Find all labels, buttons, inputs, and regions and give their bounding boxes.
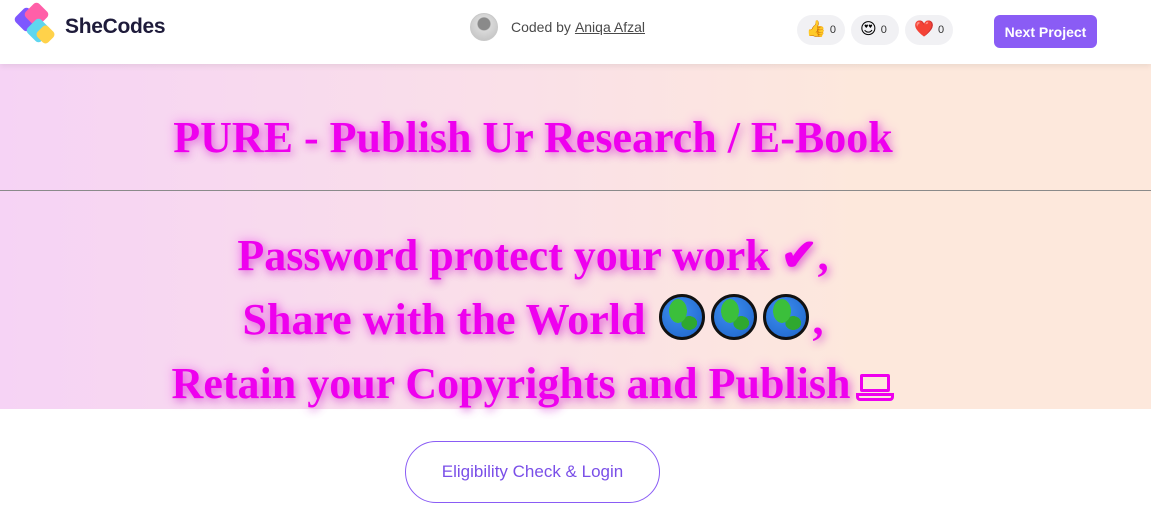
coded-by: Coded by Aniqa Afzal bbox=[470, 13, 645, 41]
top-bar: SheCodes Coded by Aniqa Afzal 👍 0 😍 0 ❤️… bbox=[0, 0, 1151, 64]
tagline-line-2-text: Share with the World bbox=[242, 295, 646, 344]
hero-tagline: Password protect your work ✔, Share with… bbox=[0, 224, 1066, 416]
globe-icon bbox=[763, 294, 810, 340]
globe-icon bbox=[659, 294, 706, 340]
tagline-line-1: Password protect your work ✔, bbox=[237, 231, 829, 280]
reaction-heart-eyes-button[interactable]: 😍 0 bbox=[851, 15, 900, 45]
heart-eyes-icon: 😍 bbox=[860, 21, 877, 38]
eligibility-login-button[interactable]: Eligibility Check & Login bbox=[405, 441, 660, 503]
reaction-count: 0 bbox=[829, 24, 837, 36]
author-avatar bbox=[470, 13, 498, 41]
thumbs-up-icon: 👍 bbox=[806, 21, 826, 38]
reactions: 👍 0 😍 0 ❤️ 0 bbox=[797, 15, 954, 45]
hero-banner: PURE - Publish Ur Research / E-Book Pass… bbox=[0, 64, 1151, 409]
tagline-line-2-comma: , bbox=[812, 295, 824, 344]
tagline-line-3: Retain your Copyrights and Publish bbox=[0, 352, 1066, 416]
shecodes-logo[interactable]: SheCodes bbox=[13, 1, 166, 49]
globe-icon bbox=[711, 294, 758, 340]
tagline-line-2: Share with the World , bbox=[0, 288, 1066, 352]
reaction-heart-button[interactable]: ❤️ 0 bbox=[905, 15, 954, 45]
brand-name: SheCodes bbox=[65, 15, 166, 38]
next-project-button[interactable]: Next Project bbox=[994, 15, 1097, 48]
page-title: PURE - Publish Ur Research / E-Book bbox=[173, 113, 893, 162]
shecodes-logo-icon bbox=[13, 1, 62, 49]
author-link[interactable]: Aniqa Afzal bbox=[575, 19, 645, 35]
reaction-thumbs-up-button[interactable]: 👍 0 bbox=[797, 15, 846, 45]
divider bbox=[0, 190, 1151, 191]
heart-icon: ❤️ bbox=[914, 21, 934, 38]
reaction-count: 0 bbox=[880, 24, 887, 36]
reaction-count: 0 bbox=[937, 24, 945, 36]
laptop-icon bbox=[856, 374, 895, 402]
coded-by-label: Coded by bbox=[511, 19, 571, 35]
tagline-line-3-text: Retain your Copyrights and Publish bbox=[171, 359, 851, 408]
